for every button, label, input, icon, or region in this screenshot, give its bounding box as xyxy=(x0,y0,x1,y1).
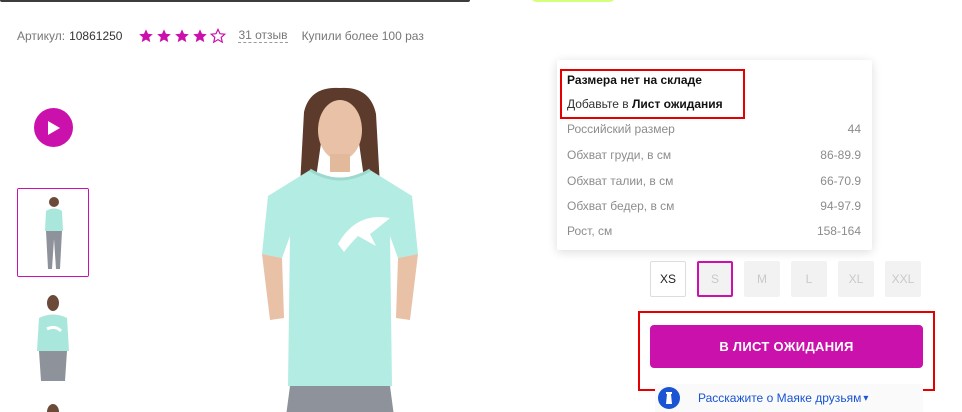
reviews-link[interactable]: 31 отзыв xyxy=(238,29,288,43)
size-option-xxl[interactable]: XXL xyxy=(885,261,921,297)
size-info-label: Российский размер xyxy=(567,122,675,136)
product-title-cut xyxy=(0,0,620,4)
size-option-l[interactable]: L xyxy=(791,261,827,297)
thumb-image xyxy=(47,404,59,412)
size-info-row: Обхват талии, в см 66-70.9 xyxy=(567,174,861,188)
chevron-down-icon: ▾ xyxy=(863,392,869,404)
size-info-value: 86-89.9 xyxy=(820,148,861,162)
size-info-value: 158-164 xyxy=(816,224,861,238)
play-video-button[interactable] xyxy=(34,108,73,147)
size-info-row: Обхват бедер, в см 94-97.9 xyxy=(567,199,861,213)
play-icon xyxy=(47,120,60,135)
size-info-row: Рост, см 158-164 xyxy=(567,224,861,238)
size-info-value: 94-97.9 xyxy=(820,199,861,213)
star-icon xyxy=(157,29,172,43)
size-info-label: Рост, см xyxy=(567,224,613,238)
star-icon xyxy=(139,29,154,43)
size-option-xl[interactable]: XL xyxy=(838,261,874,297)
size-option-xs[interactable]: XS xyxy=(650,261,686,297)
share-text[interactable]: Расскажите о Маяке друзьям xyxy=(698,391,861,405)
gallery-thumb-3[interactable] xyxy=(17,398,89,412)
size-option-s[interactable]: S xyxy=(697,261,733,297)
star-empty-icon xyxy=(210,28,227,44)
gallery-thumb-2[interactable] xyxy=(17,291,89,381)
star-icon xyxy=(193,29,208,43)
lighthouse-icon xyxy=(658,387,680,409)
size-info-value: 44 xyxy=(847,122,861,136)
thumb-image xyxy=(17,291,89,381)
annotation-highlight-stock xyxy=(560,69,745,119)
size-selector: XS S M L XL XXL xyxy=(650,261,932,297)
gallery-thumb-1[interactable] xyxy=(17,188,89,277)
annotation-highlight-button xyxy=(638,311,935,391)
promo-tag xyxy=(530,0,616,2)
product-main-image[interactable] xyxy=(240,86,440,412)
product-meta: Артикул: 10861250 31 отзыв Купили более … xyxy=(17,27,424,45)
size-info-value: 66-70.9 xyxy=(820,174,861,188)
thumb-image xyxy=(18,189,88,276)
size-info-label: Обхват груди, в см xyxy=(567,148,672,162)
size-info-label: Обхват бедер, в см xyxy=(567,199,675,213)
size-info-row: Российский размер 44 xyxy=(567,122,861,136)
product-title-fragment xyxy=(0,0,470,2)
size-info-label: Обхват талии, в см xyxy=(567,174,674,188)
size-info-row: Обхват груди, в см 86-89.9 xyxy=(567,148,861,162)
size-option-m[interactable]: M xyxy=(744,261,780,297)
rating-stars xyxy=(138,28,228,44)
article-label: Артикул: xyxy=(17,29,66,43)
article-value: 10861250 xyxy=(69,29,123,43)
share-lighthouse-link[interactable]: Расскажите о Маяке друзьям ▾ xyxy=(655,384,923,412)
bought-count: Купили более 100 раз xyxy=(301,29,424,43)
star-icon xyxy=(175,29,190,43)
